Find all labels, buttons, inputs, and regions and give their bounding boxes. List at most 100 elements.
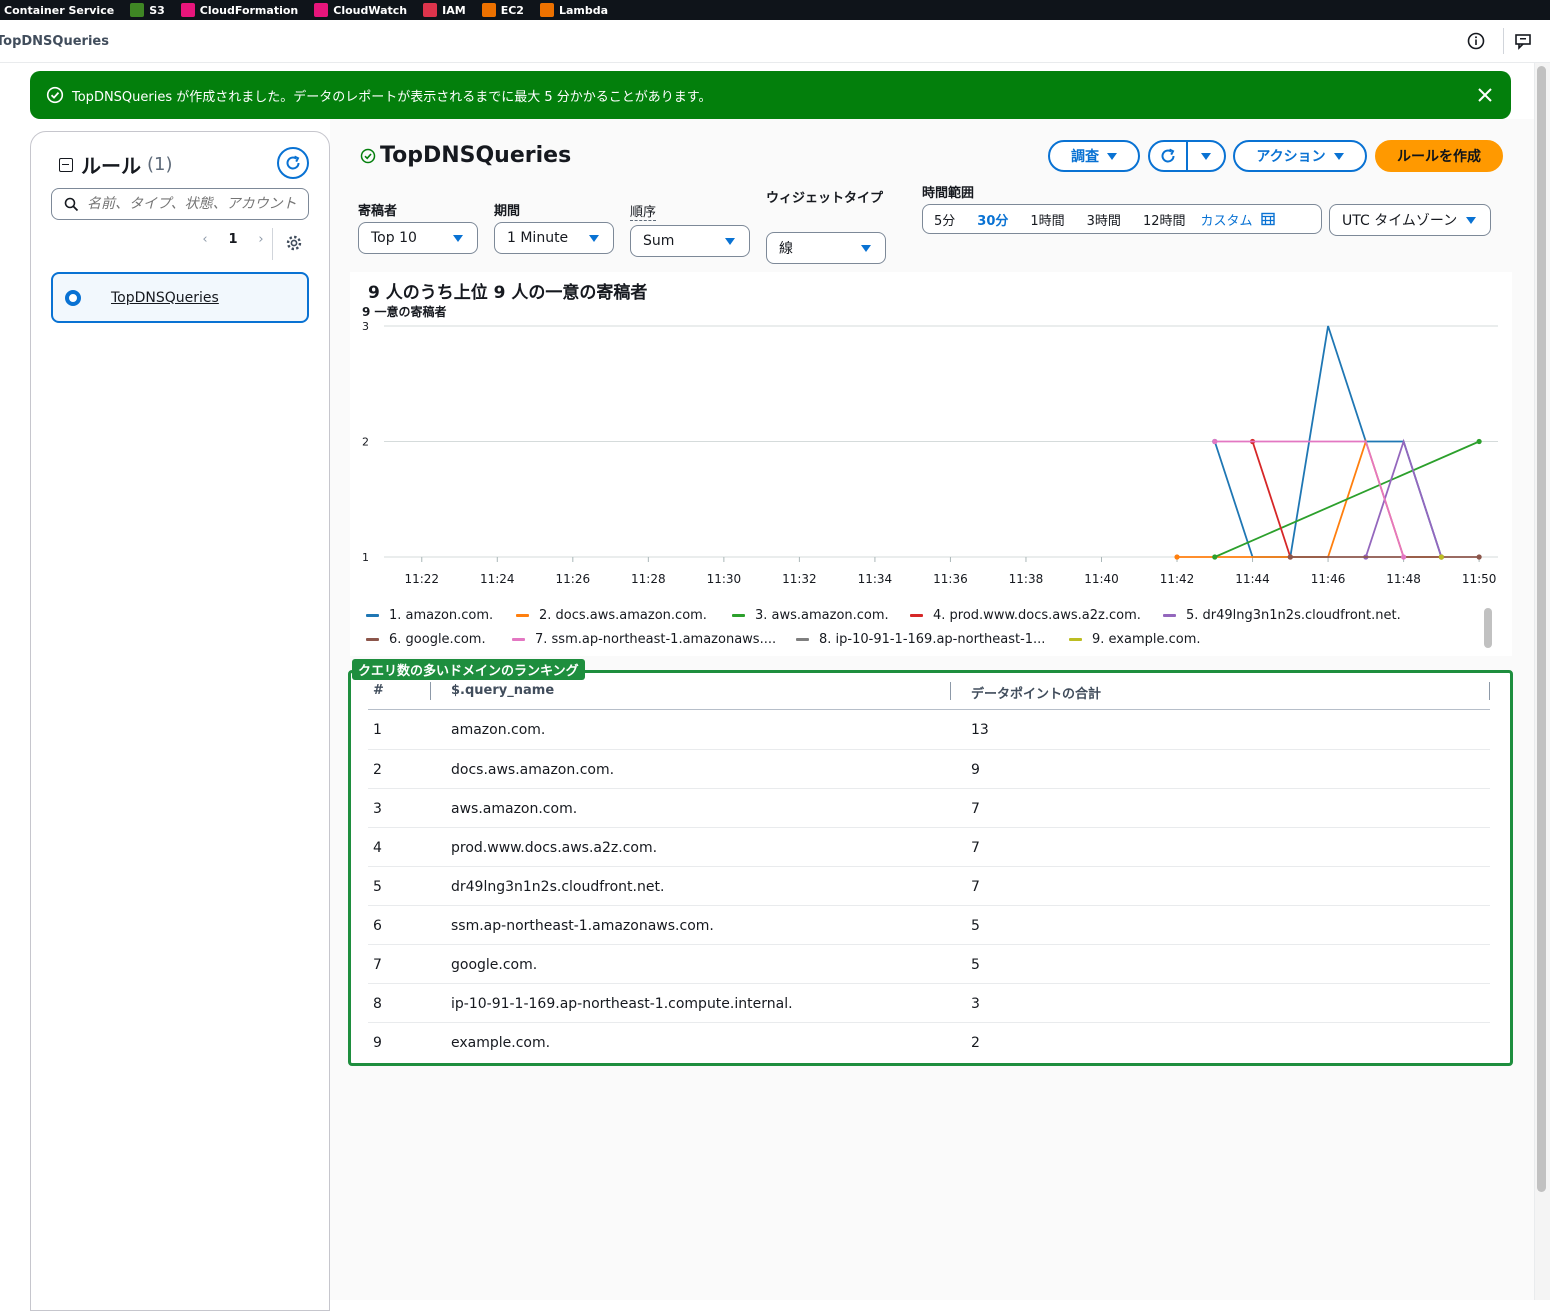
nav-service-s3[interactable]: S3: [130, 3, 165, 17]
legend-swatch: [796, 638, 809, 641]
y-tick-label: 1: [362, 551, 369, 564]
legend-item[interactable]: 6. google.com.: [366, 632, 486, 647]
refresh-options-button[interactable]: [1188, 142, 1224, 170]
nav-service-label: EC2: [500, 3, 524, 17]
nav-service-ec2[interactable]: EC2: [481, 3, 524, 17]
rules-panel: ルール (1) ‹ 1 › TopDNSQueries: [30, 131, 330, 1311]
cell-sum: 7: [971, 840, 980, 856]
cell-query-name: amazon.com.: [451, 722, 546, 738]
next-page-icon[interactable]: ›: [247, 232, 275, 247]
table-row[interactable]: 9 example.com. 2: [368, 1022, 1490, 1061]
column-divider[interactable]: [950, 682, 951, 700]
rule-name-link[interactable]: TopDNSQueries: [111, 290, 219, 306]
time-option-30m[interactable]: 30分: [966, 210, 1019, 229]
refresh-icon: [286, 155, 300, 170]
s3-icon: [130, 3, 145, 17]
time-option-5m[interactable]: 5分: [923, 210, 966, 229]
nav-service-label: Lambda: [558, 3, 609, 17]
legend-item[interactable]: 4. prod.www.docs.aws.a2z.com.: [910, 608, 1141, 623]
data-point: [1174, 554, 1180, 560]
column-header-rank[interactable]: #: [373, 683, 384, 698]
gear-icon[interactable]: [285, 234, 303, 252]
legend-label: 5. dr49lng3n1n2s.cloudfront.net.: [1186, 608, 1401, 623]
time-option-1h[interactable]: 1時間: [1019, 210, 1075, 229]
refresh-button[interactable]: [1150, 142, 1186, 170]
data-point: [1476, 438, 1482, 445]
cell-rank: 5: [373, 879, 382, 895]
legend-item[interactable]: 9. example.com.: [1069, 632, 1201, 647]
table-row[interactable]: 2 docs.aws.amazon.com. 9: [368, 749, 1490, 788]
prev-page-icon[interactable]: ‹: [191, 232, 219, 247]
rules-search-field[interactable]: [51, 188, 309, 220]
feedback-icon[interactable]: [1513, 31, 1533, 51]
legend-item[interactable]: 1. amazon.com.: [366, 608, 493, 623]
current-page[interactable]: 1: [219, 232, 247, 247]
legend-swatch: [366, 638, 379, 641]
table-row[interactable]: 1 amazon.com. 13: [368, 710, 1490, 749]
x-tick-label: 11:36: [933, 572, 968, 586]
data-point: [1212, 438, 1218, 445]
table-row[interactable]: 5 dr49lng3n1n2s.cloudfront.net. 7: [368, 866, 1490, 905]
legend-item[interactable]: 8. ip-10-91-1-169.ap-northeast-1...: [796, 632, 1045, 647]
search-input[interactable]: [87, 196, 297, 212]
column-divider[interactable]: [430, 682, 431, 700]
investigate-button[interactable]: 調査: [1048, 140, 1140, 172]
x-tick-label: 11:42: [1160, 572, 1195, 586]
nav-service-cloudformation[interactable]: CloudFormation: [180, 3, 298, 17]
actions-button[interactable]: アクション: [1233, 140, 1367, 172]
x-tick-label: 11:50: [1462, 572, 1497, 586]
nav-service-cloudwatch[interactable]: CloudWatch: [314, 3, 407, 17]
legend-item[interactable]: 3. aws.amazon.com.: [732, 608, 889, 623]
nav-service-container[interactable]: Container Service: [4, 4, 114, 17]
x-tick-label: 11:34: [858, 572, 893, 586]
nav-service-lambda[interactable]: Lambda: [539, 3, 609, 17]
x-tick-label: 11:32: [782, 572, 817, 586]
nav-service-iam[interactable]: IAM: [423, 3, 466, 17]
column-divider[interactable]: [1489, 682, 1490, 700]
timezone-select[interactable]: UTC タイムゾーン: [1329, 204, 1491, 236]
order-label: 順序: [630, 201, 657, 221]
time-option-12h[interactable]: 12時間: [1132, 210, 1197, 229]
rules-count: (1): [147, 154, 173, 175]
widget-type-select[interactable]: 線: [766, 232, 886, 264]
table-row[interactable]: 3 aws.amazon.com. 7: [368, 788, 1490, 827]
close-icon[interactable]: [1475, 85, 1495, 105]
table-row[interactable]: 4 prod.www.docs.aws.a2z.com. 7: [368, 827, 1490, 866]
order-select[interactable]: Sum: [630, 225, 750, 257]
success-check-icon: [46, 86, 64, 104]
cell-query-name: aws.amazon.com.: [451, 801, 578, 817]
x-tick-label: 11:48: [1386, 572, 1421, 586]
contributor-select[interactable]: Top 10: [358, 222, 478, 254]
custom-range-button[interactable]: カスタム: [1196, 210, 1278, 229]
collapse-icon[interactable]: [59, 157, 73, 172]
legend-swatch: [910, 614, 923, 617]
page-scrollbar-thumb[interactable]: [1537, 66, 1546, 1192]
data-point: [1400, 554, 1407, 560]
table-row[interactable]: 7 google.com. 5: [368, 944, 1490, 983]
column-header-query-name[interactable]: $.query_name: [451, 683, 554, 698]
service-nav-bar: Container Service S3 CloudFormation Clou…: [0, 0, 1550, 20]
cell-query-name: dr49lng3n1n2s.cloudfront.net.: [451, 879, 665, 895]
create-rule-button[interactable]: ルールを作成: [1375, 140, 1503, 172]
caret-down-icon: [1466, 217, 1476, 224]
legend-item[interactable]: 5. dr49lng3n1n2s.cloudfront.net.: [1163, 608, 1401, 623]
legend-item[interactable]: 7. ssm.ap-northeast-1.amazonaws....: [512, 632, 776, 647]
table-row[interactable]: 8 ip-10-91-1-169.ap-northeast-1.compute.i…: [368, 983, 1490, 1022]
info-icon[interactable]: [1466, 31, 1486, 51]
refresh-rules-button[interactable]: [277, 147, 309, 179]
time-option-3h[interactable]: 3時間: [1076, 210, 1132, 229]
widget-title-row: TopDNSQueries: [360, 143, 571, 168]
legend-scrollbar[interactable]: [1484, 608, 1492, 648]
legend-item[interactable]: 2. docs.aws.amazon.com.: [516, 608, 707, 623]
column-header-sum[interactable]: データポイントの合計: [971, 683, 1101, 702]
flash-message: TopDNSQueries が作成されました。データのレポートが表示されるまでに…: [72, 89, 712, 105]
period-select[interactable]: 1 Minute: [494, 222, 614, 254]
table-row[interactable]: 6 ssm.ap-northeast-1.amazonaws.com. 5: [368, 905, 1490, 944]
series-line: [1251, 441, 1292, 558]
rule-radio[interactable]: [65, 289, 81, 306]
caret-down-icon: [589, 235, 599, 242]
cell-rank: 8: [373, 996, 382, 1012]
caret-down-icon: [453, 235, 463, 242]
investigate-label: 調査: [1071, 149, 1099, 165]
rule-card-topdnsqueries[interactable]: TopDNSQueries: [51, 272, 309, 323]
